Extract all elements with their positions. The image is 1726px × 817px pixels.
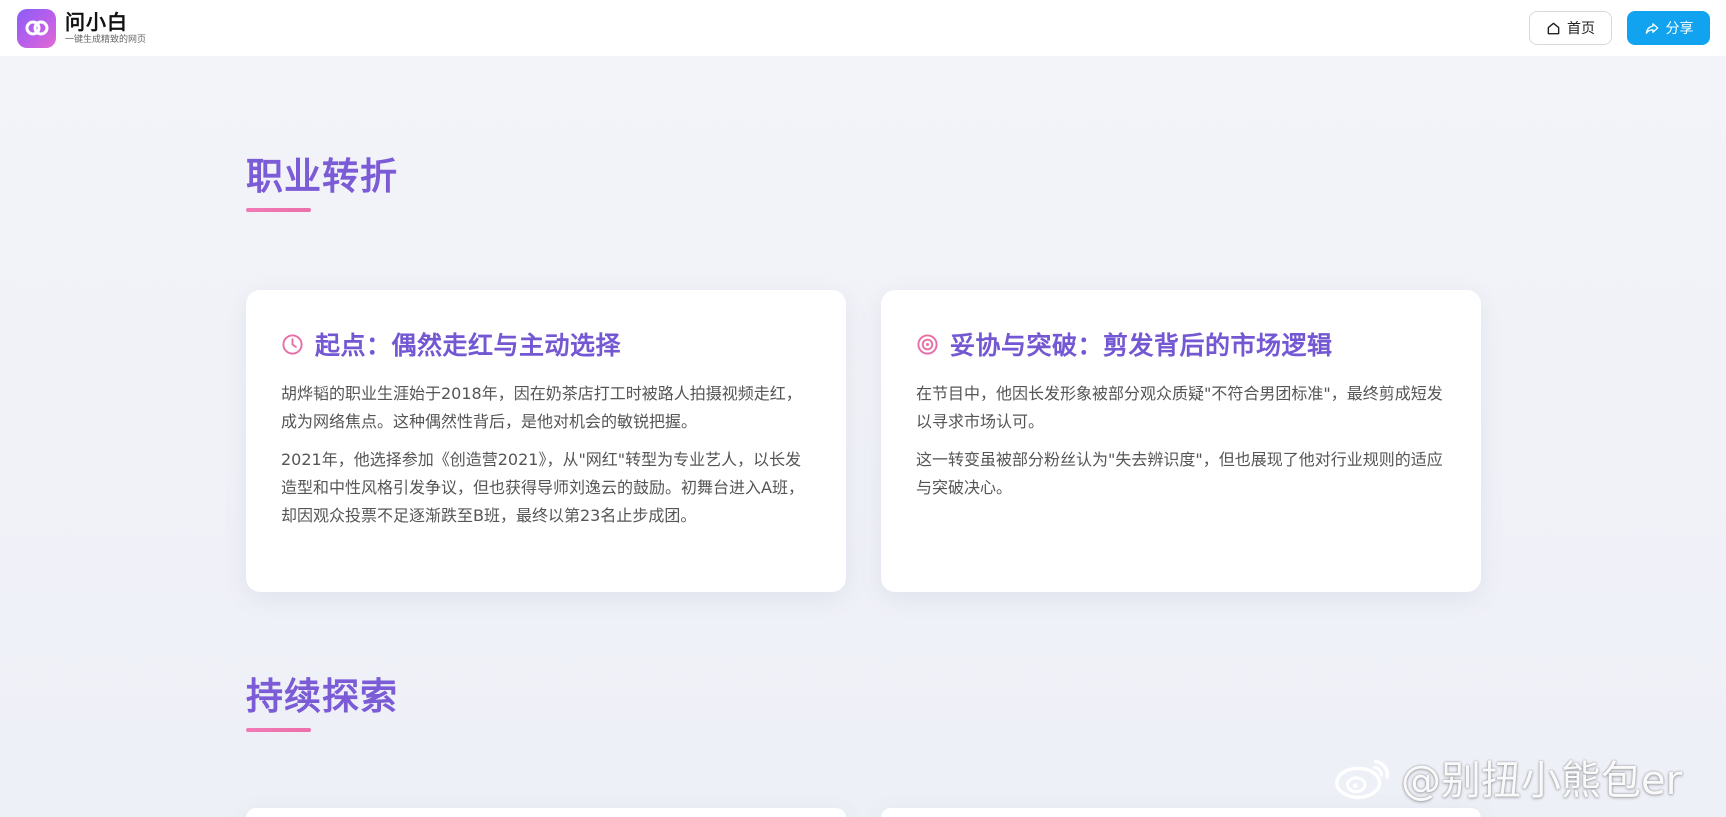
card-paragraph: 胡烨韬的职业生涯始于2018年，因在奶茶店打工时被路人拍摄视频走红，成为网络焦点… [281, 384, 802, 431]
card-paragraph: 2021年，他选择参加《创造营2021》，从"网红"转型为专业艺人，以长发造型和… [281, 450, 804, 525]
brand-name: 问小白 [65, 9, 128, 34]
section-underline [246, 728, 311, 732]
header-actions: 首页 分享 [1529, 11, 1710, 45]
brand[interactable]: 问小白 一键生成精致的网页 [17, 8, 147, 48]
card-partial [881, 808, 1481, 817]
section-title-exploration: 持续探索 [246, 675, 398, 718]
home-icon [1547, 22, 1560, 34]
card-paragraph: 这一转变虽被部分粉丝认为"失去辨识度"，但也展现了他对行业规则的适应与突破决心。 [916, 450, 1443, 497]
top-bar: 问小白 一键生成精致的网页 首页 分享 [0, 0, 1726, 56]
weibo-icon [1335, 759, 1390, 800]
brand-tagline: 一键生成精致的网页 [65, 34, 147, 45]
home-button[interactable]: 首页 [1529, 11, 1612, 45]
card-title: 妥协与突破：剪发背后的市场逻辑 [950, 331, 1333, 360]
card-compromise-breakthrough: 妥协与突破：剪发背后的市场逻辑 在节目中，他因长发形象被部分观众质疑"不符合男团… [881, 290, 1481, 592]
share-button[interactable]: 分享 [1627, 11, 1710, 45]
clock-icon [282, 333, 303, 355]
share-icon [1645, 22, 1658, 34]
section-title-career: 职业转折 [246, 155, 398, 198]
home-button-label: 首页 [1567, 20, 1595, 36]
logo-icon [17, 8, 56, 48]
section-underline [246, 208, 311, 212]
card-partial [246, 808, 846, 817]
card-starting-point: 起点：偶然走红与主动选择 胡烨韬的职业生涯始于2018年，因在奶茶店打工时被路人… [246, 290, 846, 592]
watermark: @别扭小熊包er [1333, 748, 1682, 806]
card-title: 起点：偶然走红与主动选择 [315, 331, 622, 360]
share-button-label: 分享 [1665, 20, 1694, 36]
watermark-text: @别扭小熊包er [1401, 758, 1683, 804]
card-paragraph: 在节目中，他因长发形象被部分观众质疑"不符合男团标准"，最终剪成短发以寻求市场认… [916, 384, 1443, 431]
target-icon [917, 333, 938, 355]
